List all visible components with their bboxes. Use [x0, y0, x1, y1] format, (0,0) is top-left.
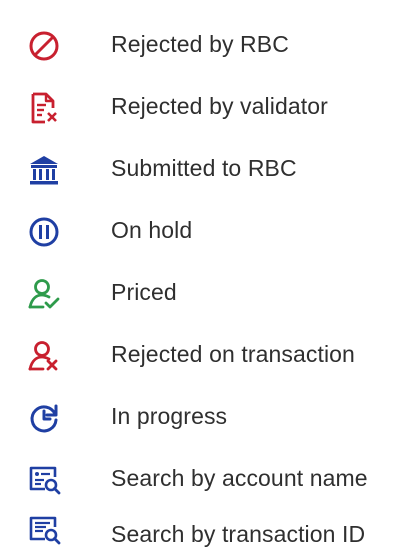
pause-icon: [26, 214, 62, 250]
user-x-icon: [26, 338, 62, 374]
legend-label: Submitted to RBC: [111, 155, 297, 181]
prohibited-icon: [26, 28, 62, 64]
legend-label: Search by account name: [111, 465, 368, 491]
status-legend: Rejected by RBC Rejected by validator Su…: [0, 0, 403, 552]
legend-row-priced: Priced: [0, 262, 403, 318]
legend-label: Rejected by RBC: [111, 31, 289, 57]
legend-row-on-hold: On hold: [0, 200, 403, 256]
legend-label: In progress: [111, 403, 228, 429]
bank-icon: [26, 152, 62, 188]
legend-row-in-progress: In progress: [0, 386, 403, 442]
legend-label: Rejected by validator: [111, 93, 328, 119]
refresh-clock-icon: [26, 400, 62, 436]
legend-row-search-by-transaction-id: Search by transaction ID: [0, 496, 403, 552]
user-check-icon: [26, 276, 62, 312]
legend-label: Search by transaction ID: [111, 521, 366, 547]
search-document-list-icon: [26, 512, 62, 548]
document-rejected-icon: [26, 90, 62, 126]
legend-row-rejected-by-validator: Rejected by validator: [0, 76, 403, 132]
legend-label: Priced: [111, 279, 177, 305]
legend-row-rejected-by-rbc: Rejected by RBC: [0, 14, 403, 70]
legend-row-submitted-to-rbc: Submitted to RBC: [0, 138, 403, 194]
legend-row-rejected-on-transaction: Rejected on transaction: [0, 324, 403, 380]
legend-label: Rejected on transaction: [111, 341, 355, 367]
legend-label: On hold: [111, 217, 193, 243]
search-document-icon: [26, 462, 62, 498]
